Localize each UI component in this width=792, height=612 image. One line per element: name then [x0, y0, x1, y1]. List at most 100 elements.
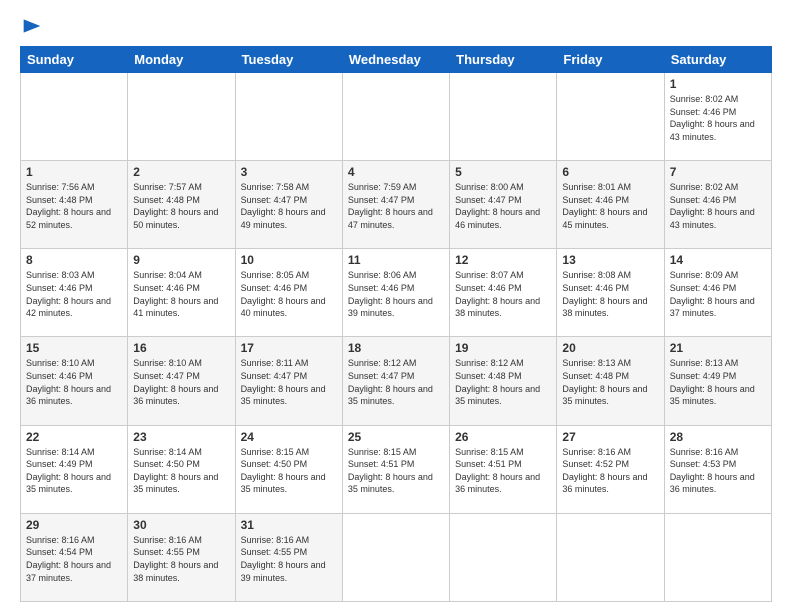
calendar-day-cell: 31Sunrise: 8:16 AMSunset: 4:55 PMDayligh… — [235, 513, 342, 601]
day-info: Sunrise: 8:10 AMSunset: 4:46 PMDaylight:… — [26, 358, 111, 406]
day-number: 1 — [670, 77, 766, 91]
calendar-day-header: Wednesday — [342, 47, 449, 73]
calendar-day-cell: 1 Sunrise: 8:02 AMSunset: 4:46 PMDaylight… — [664, 73, 771, 161]
calendar-day-cell: 16 Sunrise: 8:10 AMSunset: 4:47 PMDayligh… — [128, 337, 235, 425]
calendar-table: SundayMondayTuesdayWednesdayThursdayFrid… — [20, 46, 772, 602]
day-info: Sunrise: 8:04 AMSunset: 4:46 PMDaylight:… — [133, 270, 218, 318]
day-info: Sunrise: 7:59 AMSunset: 4:47 PMDaylight:… — [348, 182, 433, 230]
day-number: 10 — [241, 253, 337, 267]
day-info: Sunrise: 8:02 AMSunset: 4:46 PMDaylight:… — [670, 182, 755, 230]
day-info: Sunrise: 8:12 AMSunset: 4:48 PMDaylight:… — [455, 358, 540, 406]
day-number: 23 — [133, 430, 229, 444]
calendar-day-cell: 8 Sunrise: 8:03 AMSunset: 4:46 PMDaylight… — [21, 249, 128, 337]
calendar-day-cell: 25 Sunrise: 8:15 AMSunset: 4:51 PMDayligh… — [342, 425, 449, 513]
calendar-day-header: Tuesday — [235, 47, 342, 73]
day-number: 30 — [133, 518, 229, 532]
day-number: 16 — [133, 341, 229, 355]
day-number: 6 — [562, 165, 658, 179]
day-info: Sunrise: 8:13 AMSunset: 4:48 PMDaylight:… — [562, 358, 647, 406]
day-info: Sunrise: 8:16 AMSunset: 4:53 PMDaylight:… — [670, 447, 755, 495]
day-number: 1 — [26, 165, 122, 179]
calendar-day-cell — [342, 513, 449, 601]
calendar-day-cell — [557, 513, 664, 601]
page: SundayMondayTuesdayWednesdayThursdayFrid… — [0, 0, 792, 612]
day-info: Sunrise: 8:02 AMSunset: 4:46 PMDaylight:… — [670, 94, 755, 142]
calendar-day-cell — [450, 73, 557, 161]
calendar-day-cell: 18 Sunrise: 8:12 AMSunset: 4:47 PMDayligh… — [342, 337, 449, 425]
day-number: 24 — [241, 430, 337, 444]
calendar-day-cell: 4Sunrise: 7:59 AMSunset: 4:47 PMDaylight… — [342, 161, 449, 249]
day-info: Sunrise: 8:12 AMSunset: 4:47 PMDaylight:… — [348, 358, 433, 406]
logo-flag-icon — [22, 16, 42, 36]
day-number: 27 — [562, 430, 658, 444]
calendar-day-cell — [128, 73, 235, 161]
calendar-day-cell — [450, 513, 557, 601]
day-info: Sunrise: 8:15 AMSunset: 4:51 PMDaylight:… — [348, 447, 433, 495]
calendar-day-header: Sunday — [21, 47, 128, 73]
calendar-day-cell: 30 Sunrise: 8:16 AMSunset: 4:55 PMDayligh… — [128, 513, 235, 601]
day-number: 18 — [348, 341, 444, 355]
calendar-day-cell — [21, 73, 128, 161]
day-number: 25 — [348, 430, 444, 444]
day-number: 14 — [670, 253, 766, 267]
day-info: Sunrise: 8:00 AMSunset: 4:47 PMDaylight:… — [455, 182, 540, 230]
calendar-day-cell — [235, 73, 342, 161]
day-info: Sunrise: 8:14 AMSunset: 4:50 PMDaylight:… — [133, 447, 218, 495]
calendar-week-row: 29Sunrise: 8:16 AMSunset: 4:54 PMDayligh… — [21, 513, 772, 601]
calendar-day-cell — [342, 73, 449, 161]
day-info: Sunrise: 8:11 AMSunset: 4:47 PMDaylight:… — [241, 358, 326, 406]
calendar-day-cell: 1 Sunrise: 7:56 AMSunset: 4:48 PMDaylight… — [21, 161, 128, 249]
calendar-day-cell: 5 Sunrise: 8:00 AMSunset: 4:47 PMDaylight… — [450, 161, 557, 249]
day-info: Sunrise: 8:06 AMSunset: 4:46 PMDaylight:… — [348, 270, 433, 318]
calendar-day-cell: 7Sunrise: 8:02 AMSunset: 4:46 PMDaylight… — [664, 161, 771, 249]
calendar-day-cell: 21Sunrise: 8:13 AMSunset: 4:49 PMDayligh… — [664, 337, 771, 425]
day-info: Sunrise: 8:01 AMSunset: 4:46 PMDaylight:… — [562, 182, 647, 230]
header — [20, 16, 772, 36]
day-info: Sunrise: 8:08 AMSunset: 4:46 PMDaylight:… — [562, 270, 647, 318]
day-number: 15 — [26, 341, 122, 355]
calendar-day-cell: 6 Sunrise: 8:01 AMSunset: 4:46 PMDaylight… — [557, 161, 664, 249]
calendar-day-header: Saturday — [664, 47, 771, 73]
day-number: 21 — [670, 341, 766, 355]
day-number: 2 — [133, 165, 229, 179]
calendar-day-cell: 23 Sunrise: 8:14 AMSunset: 4:50 PMDayligh… — [128, 425, 235, 513]
calendar-day-cell: 29Sunrise: 8:16 AMSunset: 4:54 PMDayligh… — [21, 513, 128, 601]
calendar-day-cell: 28 Sunrise: 8:16 AMSunset: 4:53 PMDayligh… — [664, 425, 771, 513]
calendar-day-cell: 3Sunrise: 7:58 AMSunset: 4:47 PMDaylight… — [235, 161, 342, 249]
day-info: Sunrise: 8:16 AMSunset: 4:55 PMDaylight:… — [133, 535, 218, 583]
day-number: 29 — [26, 518, 122, 532]
calendar-day-cell: 15 Sunrise: 8:10 AMSunset: 4:46 PMDayligh… — [21, 337, 128, 425]
calendar-day-cell: 22Sunrise: 8:14 AMSunset: 4:49 PMDayligh… — [21, 425, 128, 513]
calendar-week-row: 15 Sunrise: 8:10 AMSunset: 4:46 PMDayligh… — [21, 337, 772, 425]
day-info: Sunrise: 7:57 AMSunset: 4:48 PMDaylight:… — [133, 182, 218, 230]
day-number: 28 — [670, 430, 766, 444]
calendar-body: 1 Sunrise: 8:02 AMSunset: 4:46 PMDaylight… — [21, 73, 772, 602]
calendar-day-header: Friday — [557, 47, 664, 73]
day-number: 20 — [562, 341, 658, 355]
day-number: 17 — [241, 341, 337, 355]
day-info: Sunrise: 8:10 AMSunset: 4:47 PMDaylight:… — [133, 358, 218, 406]
calendar-day-cell: 20 Sunrise: 8:13 AMSunset: 4:48 PMDayligh… — [557, 337, 664, 425]
day-number: 22 — [26, 430, 122, 444]
calendar-week-row: 1 Sunrise: 7:56 AMSunset: 4:48 PMDaylight… — [21, 161, 772, 249]
calendar-day-cell: 26 Sunrise: 8:15 AMSunset: 4:51 PMDayligh… — [450, 425, 557, 513]
calendar-day-cell: 17 Sunrise: 8:11 AMSunset: 4:47 PMDayligh… — [235, 337, 342, 425]
day-number: 5 — [455, 165, 551, 179]
calendar-day-cell: 2 Sunrise: 7:57 AMSunset: 4:48 PMDaylight… — [128, 161, 235, 249]
calendar-week-row: 8 Sunrise: 8:03 AMSunset: 4:46 PMDaylight… — [21, 249, 772, 337]
day-info: Sunrise: 8:15 AMSunset: 4:51 PMDaylight:… — [455, 447, 540, 495]
day-number: 31 — [241, 518, 337, 532]
day-info: Sunrise: 7:56 AMSunset: 4:48 PMDaylight:… — [26, 182, 111, 230]
calendar-day-cell: 14 Sunrise: 8:09 AMSunset: 4:46 PMDayligh… — [664, 249, 771, 337]
day-number: 8 — [26, 253, 122, 267]
day-number: 26 — [455, 430, 551, 444]
day-info: Sunrise: 8:15 AMSunset: 4:50 PMDaylight:… — [241, 447, 326, 495]
calendar-day-cell: 19Sunrise: 8:12 AMSunset: 4:48 PMDayligh… — [450, 337, 557, 425]
calendar-week-row: 1 Sunrise: 8:02 AMSunset: 4:46 PMDaylight… — [21, 73, 772, 161]
day-info: Sunrise: 8:05 AMSunset: 4:46 PMDaylight:… — [241, 270, 326, 318]
day-number: 12 — [455, 253, 551, 267]
calendar-day-header: Monday — [128, 47, 235, 73]
day-info: Sunrise: 8:03 AMSunset: 4:46 PMDaylight:… — [26, 270, 111, 318]
logo — [20, 16, 42, 36]
day-info: Sunrise: 8:09 AMSunset: 4:46 PMDaylight:… — [670, 270, 755, 318]
